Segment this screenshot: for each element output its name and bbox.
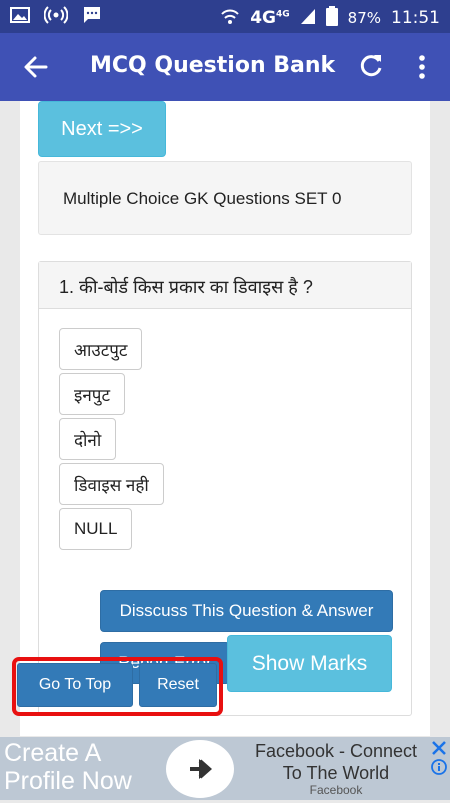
ad-banner[interactable]: Create A Profile Now Facebook - Connect … [0, 737, 450, 800]
question-text: 1. की-बोर्ड किस प्रकार का डिवाइस है ? [39, 262, 411, 309]
reset-button[interactable]: Reset [139, 663, 217, 707]
more-vert-icon[interactable] [412, 51, 432, 83]
battery-icon [325, 6, 338, 30]
option-button[interactable]: दोनो [59, 418, 117, 460]
ad-headline[interactable]: Create A Profile Now [4, 739, 154, 795]
option-button[interactable]: आउटपुट [59, 328, 143, 370]
set-title: Multiple Choice GK Questions SET 0 [38, 161, 412, 235]
wifi-icon [220, 7, 240, 29]
image-icon [10, 6, 30, 28]
network-type: 4G4G [250, 8, 290, 28]
info-icon[interactable] [431, 759, 447, 775]
option-button[interactable]: NULL [59, 508, 133, 550]
app-toolbar: MCQ Question Bank [0, 33, 450, 101]
arrow-right-icon [166, 759, 234, 802]
status-bar: 4G4G 87% 11:51 [0, 0, 450, 33]
close-icon[interactable] [430, 739, 448, 757]
discuss-button[interactable]: Disscuss This Question & Answer [100, 590, 393, 632]
go-to-top-button[interactable]: Go To Top [17, 663, 133, 707]
clock: 11:51 [391, 8, 440, 28]
next-button[interactable]: Next =>> [38, 101, 166, 157]
show-marks-button[interactable]: Show Marks [227, 635, 392, 692]
page-title: MCQ Question Bank [90, 53, 336, 78]
refresh-icon[interactable] [356, 51, 386, 81]
ad-body[interactable]: Facebook - Connect To The World [246, 740, 426, 784]
option-button[interactable]: इनपुट [59, 373, 126, 415]
message-icon [82, 6, 102, 28]
ad-cta-button[interactable] [166, 740, 234, 798]
signal-icon [300, 7, 316, 29]
option-button[interactable]: डिवाइस नही [59, 463, 164, 505]
ad-source: Facebook [309, 783, 363, 797]
back-arrow-icon[interactable] [20, 51, 52, 83]
hotspot-icon [43, 6, 69, 28]
battery-percent: 87% [347, 9, 381, 27]
